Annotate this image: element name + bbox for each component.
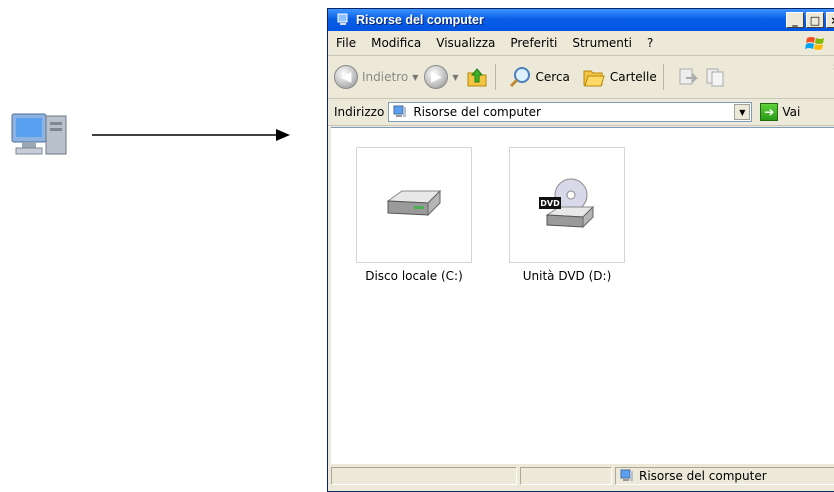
drive-item-d[interactable]: DVD Unità DVD (D:) — [507, 147, 627, 283]
minimize-button[interactable]: _ — [786, 12, 804, 28]
computer-icon — [393, 105, 407, 117]
status-text: Risorse del computer — [639, 469, 767, 483]
up-folder-button[interactable] — [465, 65, 489, 89]
menu-bar: File Modifica Visualizza Preferiti Strum… — [328, 31, 834, 56]
hard-disk-icon — [386, 189, 442, 217]
file-view: Disco locale (C:) DVD Unità DVD (D:) — [331, 127, 834, 464]
folders-label: Cartelle — [609, 70, 657, 84]
go-button[interactable]: ➔ Vai — [760, 103, 800, 121]
address-dropdown-icon[interactable]: ▼ — [734, 104, 751, 120]
toolbar: ◀ Indietro ▼ ▶ ▼ Cerca Cartelle — [328, 56, 834, 99]
status-pane — [520, 467, 612, 485]
status-pane-location: Risorse del computer — [615, 467, 834, 485]
drive-label: Unità DVD (D:) — [522, 269, 612, 283]
back-arrow-icon: ◀ — [334, 65, 358, 89]
menu-file[interactable]: File — [336, 36, 356, 50]
drive-thumbnail — [356, 147, 472, 263]
status-pane — [331, 467, 517, 485]
menu-strumenti[interactable]: Strumenti — [572, 36, 632, 50]
window-title: Risorse del computer — [356, 13, 484, 27]
toolbar-separator — [494, 64, 496, 90]
move-to-icon — [679, 68, 698, 85]
status-bar: Risorse del computer — [328, 465, 834, 487]
address-value: Risorse del computer — [413, 105, 541, 119]
drive-label: Disco locale (C:) — [365, 269, 463, 283]
address-input[interactable]: Risorse del computer ▼ — [388, 102, 753, 122]
go-label: Vai — [782, 105, 801, 119]
address-label: Indirizzo — [334, 105, 385, 119]
explorer-window: Risorse del computer _ □ × File Modifica… — [327, 8, 834, 492]
back-label: Indietro — [362, 70, 409, 84]
forward-button[interactable]: ▶ ▼ — [424, 65, 459, 89]
search-icon — [509, 67, 530, 88]
drive-item-c[interactable]: Disco locale (C:) — [354, 147, 474, 283]
dvd-badge: DVD — [540, 199, 560, 208]
maximize-button[interactable]: □ — [806, 12, 824, 28]
dvd-drive-icon: DVD — [539, 178, 595, 229]
search-button[interactable]: Cerca — [508, 65, 570, 89]
computer-icon — [620, 469, 633, 481]
back-dropdown-icon[interactable]: ▼ — [412, 73, 418, 82]
folders-button[interactable]: Cartelle — [582, 65, 657, 89]
back-button[interactable]: ◀ Indietro ▼ — [334, 65, 418, 89]
menu-help[interactable]: ? — [647, 36, 653, 50]
folders-icon — [583, 70, 605, 87]
toolbar-separator — [662, 64, 664, 90]
menu-preferiti[interactable]: Preferiti — [510, 36, 557, 50]
title-bar[interactable]: Risorse del computer _ □ × — [328, 9, 834, 31]
address-bar: Indirizzo Risorse del computer ▼ ➔ Vai — [328, 99, 834, 126]
menu-modifica[interactable]: Modifica — [371, 36, 421, 50]
drive-thumbnail: DVD — [509, 147, 625, 263]
search-label: Cerca — [535, 70, 570, 84]
forward-dropdown-icon[interactable]: ▼ — [452, 73, 458, 82]
close-button[interactable]: × — [826, 12, 834, 28]
arrow-right-icon — [92, 129, 290, 141]
computer-icon — [337, 13, 348, 25]
copy-to-icon — [706, 68, 724, 87]
windows-logo-icon — [805, 37, 824, 50]
move-to-button[interactable] — [676, 66, 698, 88]
forward-arrow-icon: ▶ — [424, 65, 449, 89]
menu-visualizza[interactable]: Visualizza — [436, 36, 495, 50]
my-computer-icon[interactable] — [10, 108, 70, 162]
go-arrow-icon: ➔ — [760, 103, 779, 121]
up-folder-icon — [467, 68, 487, 87]
copy-to-button[interactable] — [704, 66, 726, 88]
